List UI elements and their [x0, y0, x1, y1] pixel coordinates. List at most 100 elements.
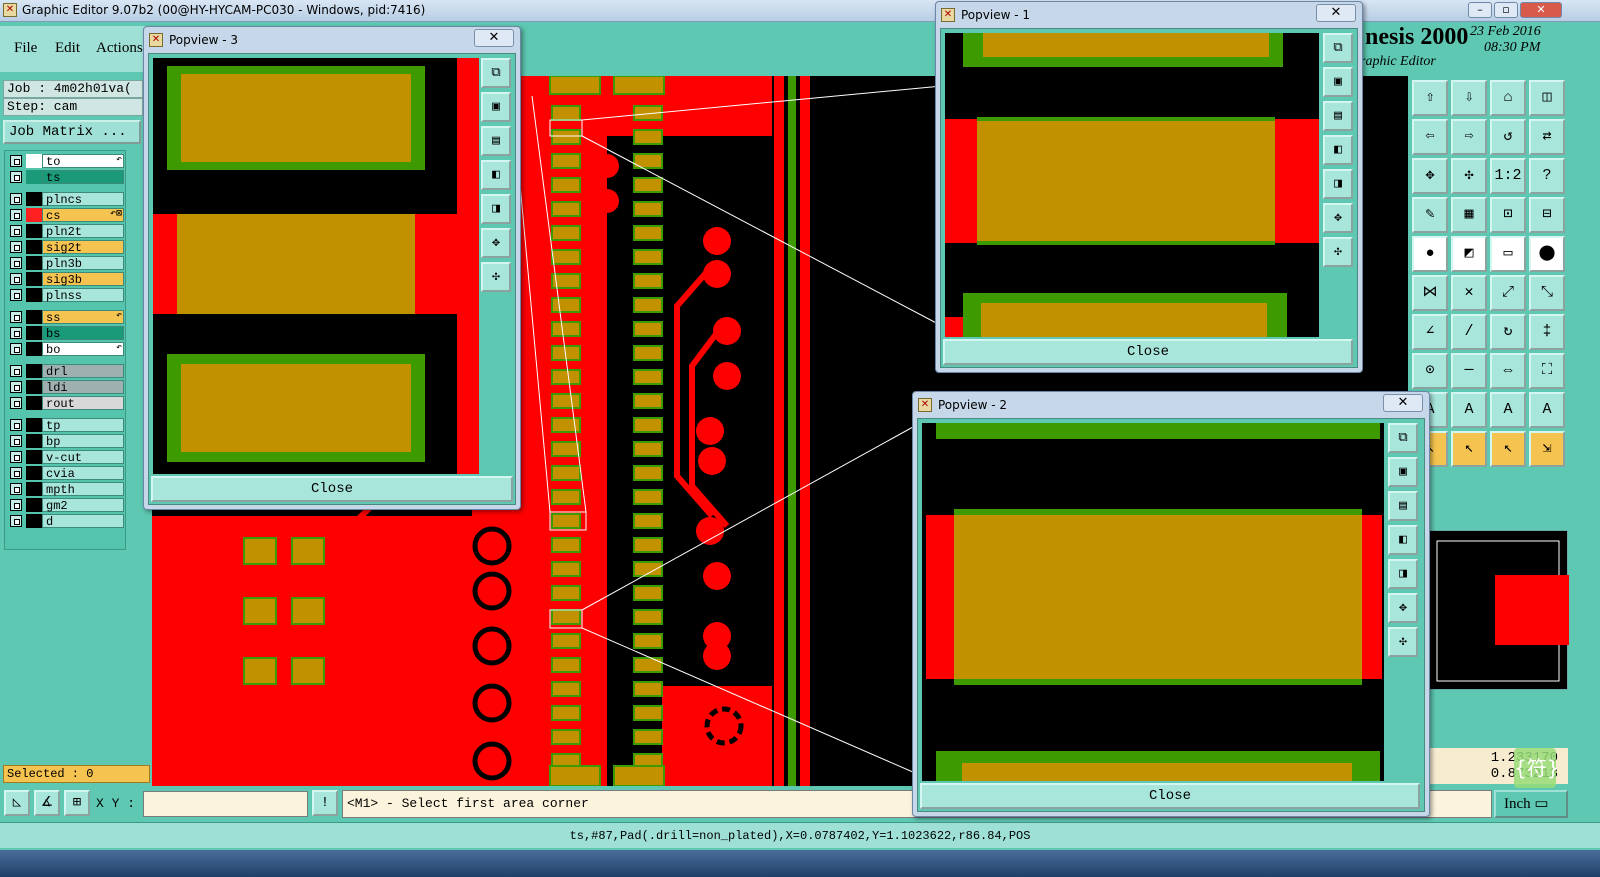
- layer-row[interactable]: mpth: [8, 482, 124, 497]
- layer-checkbox[interactable]: [10, 483, 22, 495]
- layer-row[interactable]: ss ↶: [8, 310, 124, 325]
- layer-row[interactable]: plncs: [8, 192, 124, 207]
- layer-name[interactable]: cvia: [42, 466, 124, 481]
- layer-name[interactable]: ts: [42, 170, 124, 185]
- layer-name[interactable]: pln3b: [42, 256, 124, 271]
- angle-icon[interactable]: ∡: [34, 790, 60, 816]
- layer-checkbox[interactable]: [10, 397, 22, 409]
- layer-row[interactable]: sig3b: [8, 272, 124, 287]
- exclamation-button[interactable]: !: [312, 790, 338, 816]
- layer-name[interactable]: rout: [42, 396, 124, 411]
- popview-3-close-x[interactable]: ✕: [474, 29, 514, 47]
- layer-checkbox[interactable]: [10, 273, 22, 285]
- layer-checkbox[interactable]: [10, 419, 22, 431]
- popview-2-close-button[interactable]: Close: [920, 783, 1420, 809]
- layer-name[interactable]: bo: [42, 342, 124, 357]
- layer-name[interactable]: mpth: [42, 482, 124, 497]
- menu-actions[interactable]: Actions: [96, 40, 143, 57]
- popview-3-close-button[interactable]: Close: [151, 476, 513, 502]
- pan-right-icon[interactable]: ◨: [1388, 559, 1418, 589]
- layer-row[interactable]: cvia: [8, 466, 124, 481]
- help-icon[interactable]: ⇲: [1529, 431, 1565, 467]
- layer-name[interactable]: ldi: [42, 380, 124, 395]
- layer-checkbox[interactable]: [10, 311, 22, 323]
- popview-1-title-bar[interactable]: ✕ Popview - 1 ✕: [936, 2, 1362, 28]
- popview-3[interactable]: ✕ Popview - 3 ✕ ⧉ ▣ ▤ ◧ ◨ ✥ ✣ Close: [143, 26, 521, 510]
- line-icon[interactable]: ─: [1451, 353, 1487, 389]
- expand-icon[interactable]: ✥: [1323, 203, 1353, 233]
- layer-row[interactable]: cs ↶⊠: [8, 208, 124, 223]
- layer-name[interactable]: pln2t: [42, 224, 124, 239]
- layer-checkbox[interactable]: [10, 327, 22, 339]
- zoom-out-icon[interactable]: A: [1490, 392, 1526, 428]
- ratio-icon[interactable]: ⤢: [1490, 275, 1526, 311]
- layer-checkbox[interactable]: [10, 343, 22, 355]
- layer-checkbox[interactable]: [10, 435, 22, 447]
- undo-icon[interactable]: ⇦: [1412, 119, 1448, 155]
- popview-1-view[interactable]: [945, 33, 1319, 337]
- layer-name[interactable]: d: [42, 514, 124, 529]
- zoom-in-icon[interactable]: ▣: [1388, 457, 1418, 487]
- arc-icon[interactable]: ⊡: [1490, 197, 1526, 233]
- ratio-icon[interactable]: ↺: [1490, 119, 1526, 155]
- select-icon[interactable]: ‡: [1529, 314, 1565, 350]
- pan-icon[interactable]: ◫: [1529, 80, 1565, 116]
- layer-checkbox[interactable]: [10, 381, 22, 393]
- zoom-in-icon[interactable]: ⇩: [1451, 80, 1487, 116]
- menu-file[interactable]: File: [14, 40, 37, 57]
- job-matrix-button[interactable]: Job Matrix ...: [3, 120, 141, 144]
- arc-icon[interactable]: ⇔: [1490, 353, 1526, 389]
- pan-right-icon[interactable]: ◨: [481, 194, 511, 224]
- measure-icon[interactable]: ∠: [1412, 314, 1448, 350]
- expand-icon[interactable]: ✥: [481, 228, 511, 258]
- center-icon[interactable]: ✣: [481, 262, 511, 292]
- layer-name[interactable]: plnss: [42, 288, 124, 303]
- pan-left-icon[interactable]: ◧: [1388, 525, 1418, 555]
- layer-row[interactable]: rout: [8, 396, 124, 411]
- layer-row[interactable]: bp: [8, 434, 124, 449]
- minimize-button[interactable]: –: [1468, 2, 1492, 18]
- grid-icon[interactable]: /: [1451, 314, 1487, 350]
- help-icon[interactable]: ⇄: [1529, 119, 1565, 155]
- layer-row[interactable]: d: [8, 514, 124, 529]
- layer-name[interactable]: plncs: [42, 192, 124, 207]
- pad-icon[interactable]: ✎: [1412, 197, 1448, 233]
- redo-icon[interactable]: ⇨: [1451, 119, 1487, 155]
- layer-row[interactable]: to ↶: [8, 154, 124, 169]
- pan-icon[interactable]: A: [1529, 392, 1565, 428]
- pan-left-icon[interactable]: ◧: [481, 160, 511, 190]
- popview-2-title-bar[interactable]: ✕ Popview - 2 ✕: [913, 392, 1429, 418]
- layer-name[interactable]: bs: [42, 326, 124, 341]
- layer-name[interactable]: ss: [42, 310, 124, 325]
- zoom-in-icon[interactable]: ▣: [1323, 67, 1353, 97]
- zoom-out-icon[interactable]: ▤: [481, 126, 511, 156]
- layer-row[interactable]: bo ↶: [8, 342, 124, 357]
- center-icon[interactable]: ✣: [1388, 627, 1418, 657]
- layer-row[interactable]: plnss: [8, 288, 124, 303]
- text-icon[interactable]: ⛶: [1529, 353, 1565, 389]
- layer-name[interactable]: drl: [42, 364, 124, 379]
- layer-checkbox[interactable]: [10, 155, 22, 167]
- layer-checkbox[interactable]: [10, 241, 22, 253]
- popview-2[interactable]: ✕ Popview - 2 ✕ ⧉ ▣ ▤ ◧ ◨ ✥ ✣ Close: [912, 391, 1430, 817]
- layer-row[interactable]: bs: [8, 326, 124, 341]
- popview-3-title-bar[interactable]: ✕ Popview - 3 ✕: [144, 27, 520, 53]
- layer-name[interactable]: bp: [42, 434, 124, 449]
- zoom-fit-icon[interactable]: ⧉: [1323, 33, 1353, 63]
- layer-row[interactable]: ldi: [8, 380, 124, 395]
- zoom-in-icon[interactable]: A: [1451, 392, 1487, 428]
- redo-icon[interactable]: ✕: [1451, 275, 1487, 311]
- pad-icon[interactable]: ⊙: [1412, 353, 1448, 389]
- layer-row[interactable]: v-cut: [8, 450, 124, 465]
- layer-checkbox[interactable]: [10, 171, 22, 183]
- zoom-fit-icon[interactable]: ⧉: [1388, 423, 1418, 453]
- zoom-home-icon[interactable]: ●: [1412, 236, 1448, 272]
- layer-checkbox[interactable]: [10, 365, 22, 377]
- maximize-button[interactable]: ▫: [1494, 2, 1518, 18]
- layer-checkbox[interactable]: [10, 193, 22, 205]
- ratio-icon[interactable]: ↖: [1490, 431, 1526, 467]
- pan-right-icon[interactable]: ◨: [1323, 169, 1353, 199]
- close-window-button[interactable]: ✕: [1520, 2, 1562, 18]
- layer-row[interactable]: tp: [8, 418, 124, 433]
- popview-1-close-button[interactable]: Close: [943, 339, 1353, 365]
